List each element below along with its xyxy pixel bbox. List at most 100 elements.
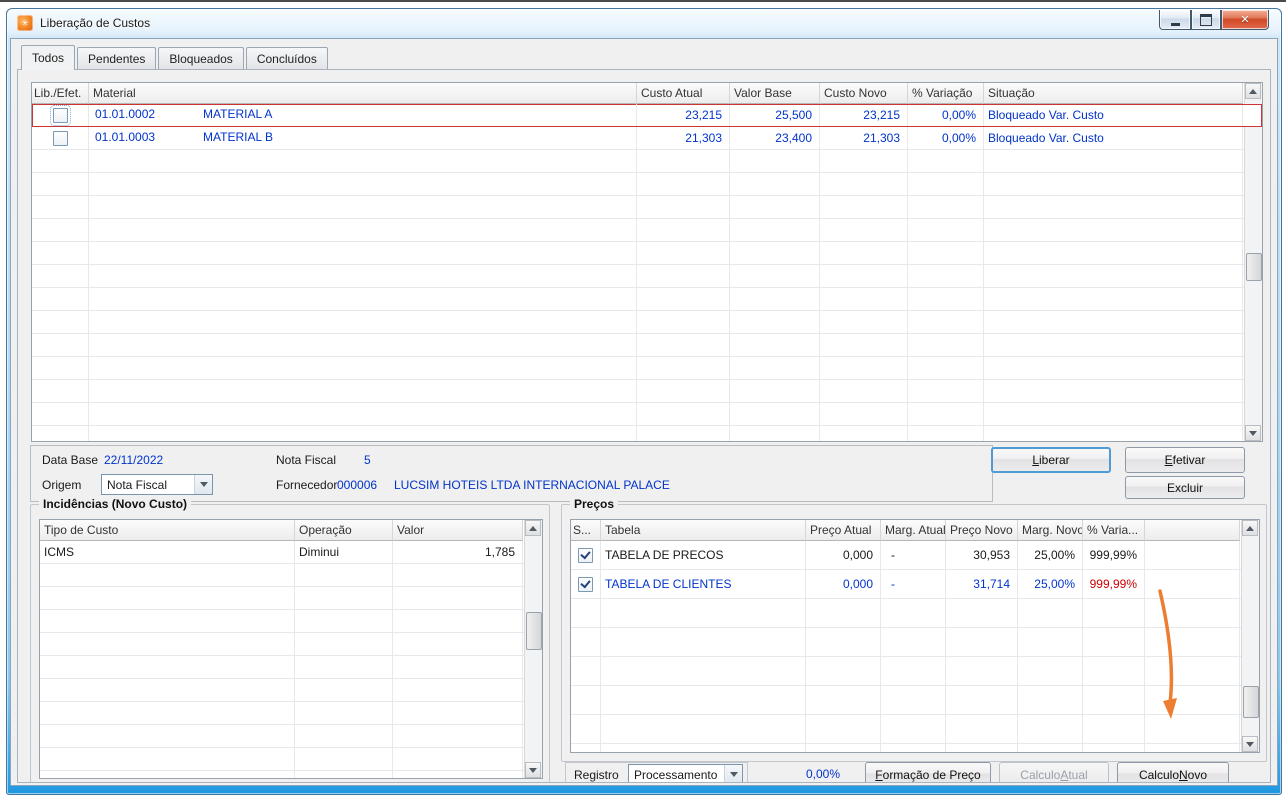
titlebar[interactable]: ✳ Liberação de Custos ✕ (7, 9, 1281, 38)
empty-cell (730, 288, 820, 310)
col-tipo-custo[interactable]: Tipo de Custo (40, 520, 295, 541)
tab-todos[interactable]: Todos (21, 45, 76, 70)
empty-row (32, 219, 1262, 242)
excluir-button-label: Excluir (1166, 480, 1203, 495)
table-row-material-b[interactable]: 01.01.0003 MATERIAL B 21,303 23,400 21,3… (32, 127, 1262, 150)
formacao-de-preco-button[interactable]: Formação de Preço (865, 762, 991, 782)
empty-cell (637, 380, 730, 402)
col-tabela[interactable]: Tabela (601, 520, 806, 541)
empty-cell (984, 288, 1243, 310)
efetivar-button[interactable]: Efetivar (1125, 447, 1245, 473)
checkbox-icon[interactable] (49, 104, 71, 126)
chevron-down-icon[interactable] (194, 475, 212, 494)
empty-cell (806, 744, 881, 752)
col-operacao[interactable]: Operação (295, 520, 393, 541)
chevron-down-icon[interactable] (724, 765, 742, 782)
calculo-atual-button[interactable]: Calculo Atual (999, 762, 1109, 782)
empty-cell (637, 357, 730, 379)
col-material[interactable]: Material (89, 83, 637, 104)
empty-cell (984, 219, 1243, 241)
custo-novo-cell: 21,303 (820, 127, 908, 149)
empty-cell (601, 686, 806, 714)
empty-cell (984, 357, 1243, 379)
empty-cell (730, 173, 820, 195)
empty-cell (984, 242, 1243, 264)
tab-concluidos[interactable]: Concluídos (245, 47, 328, 69)
col-preco-novo[interactable]: Preço Novo (946, 520, 1018, 541)
origem-select[interactable]: Nota Fiscal (101, 474, 213, 495)
col-valor[interactable]: Valor (393, 520, 523, 541)
empty-cell (393, 725, 523, 747)
empty-cell (730, 311, 820, 333)
col-situacao[interactable]: Situação (984, 83, 1243, 104)
incidencia-row[interactable]: ICMS Diminui 1,785 (40, 541, 542, 564)
scroll-down-icon[interactable] (1245, 425, 1261, 441)
minimize-button[interactable] (1159, 10, 1191, 30)
empty-cell (946, 628, 1018, 656)
sel-cell (571, 570, 601, 598)
col-valor-base[interactable]: Valor Base (730, 83, 820, 104)
empty-row (32, 288, 1262, 311)
empty-cell (40, 702, 295, 724)
marg-atual-cell: - (881, 570, 946, 598)
scroll-down-icon[interactable] (1242, 736, 1258, 752)
empty-cell (601, 744, 806, 752)
tab-bloqueados[interactable]: Bloqueados (158, 47, 244, 69)
col-variacao[interactable]: % Varia... (1083, 520, 1145, 541)
scroll-up-icon[interactable] (525, 520, 541, 536)
empty-cell (946, 744, 1018, 752)
close-button[interactable]: ✕ (1221, 10, 1269, 30)
empty-cell (295, 725, 393, 747)
scrollbar-thumb[interactable] (1243, 686, 1259, 718)
scroll-down-icon[interactable] (525, 762, 541, 778)
empty-cell (730, 265, 820, 287)
checkbox-icon[interactable] (52, 130, 68, 146)
col-marg-novo[interactable]: Marg. Novo (1018, 520, 1083, 541)
col-custo-novo[interactable]: Custo Novo (820, 83, 908, 104)
scrollbar-thumb[interactable] (526, 612, 542, 650)
empty-cell (393, 610, 523, 632)
empty-cell (40, 679, 295, 701)
scrollbar-thumb[interactable] (1246, 253, 1262, 281)
scroll-up-icon[interactable] (1245, 83, 1261, 99)
vertical-scrollbar[interactable] (1241, 520, 1259, 752)
empty-cell (730, 426, 820, 441)
preco-row-tabela-clientes[interactable]: TABELA DE CLIENTES 0,000 - 31,714 25,00%… (571, 570, 1259, 599)
maximize-button[interactable] (1191, 10, 1221, 30)
checked-checkbox-icon[interactable] (578, 576, 593, 592)
empty-cell (89, 242, 637, 264)
table-row-material-a[interactable]: 01.01.0002 MATERIAL A 23,215 25,500 23,2… (32, 104, 1262, 127)
empty-cell (1018, 744, 1083, 752)
empty-cell (89, 150, 637, 172)
col-lib-efet[interactable]: Lib./Efet. (32, 83, 89, 104)
empty-cell (637, 334, 730, 356)
empty-cell (89, 357, 637, 379)
scroll-up-icon[interactable] (1242, 520, 1258, 536)
col-filler (1145, 520, 1240, 541)
valor-cell: 1,785 (393, 541, 523, 563)
empty-row (40, 771, 542, 778)
preco-atual-cell: 0,000 (806, 570, 881, 598)
calculo-novo-button[interactable]: Calculo Novo (1117, 762, 1229, 782)
col-variacao[interactable]: % Variação (908, 83, 984, 104)
empty-cell (32, 357, 89, 379)
excluir-button[interactable]: Excluir (1125, 476, 1245, 499)
col-sel[interactable]: S... (571, 520, 601, 541)
liberar-button[interactable]: Liberar (991, 447, 1111, 473)
empty-cell (295, 771, 393, 778)
empty-cell (295, 656, 393, 678)
empty-cell (295, 679, 393, 701)
empty-cell (1145, 686, 1240, 714)
preco-row-tabela-precos[interactable]: TABELA DE PRECOS 0,000 - 30,953 25,00% 9… (571, 541, 1259, 570)
checked-checkbox-icon[interactable] (578, 547, 593, 563)
marg-novo-cell: 25,00% (1018, 541, 1083, 569)
col-custo-atual[interactable]: Custo Atual (637, 83, 730, 104)
empty-cell (1145, 715, 1240, 743)
col-marg-atual[interactable]: Marg. Atual (881, 520, 946, 541)
tab-pendentes[interactable]: Pendentes (77, 47, 157, 69)
vertical-scrollbar[interactable] (1244, 83, 1262, 441)
registro-select[interactable]: Processamento (628, 764, 743, 782)
col-preco-atual[interactable]: Preço Atual (806, 520, 881, 541)
vertical-scrollbar[interactable] (524, 520, 542, 778)
empty-cell (881, 628, 946, 656)
